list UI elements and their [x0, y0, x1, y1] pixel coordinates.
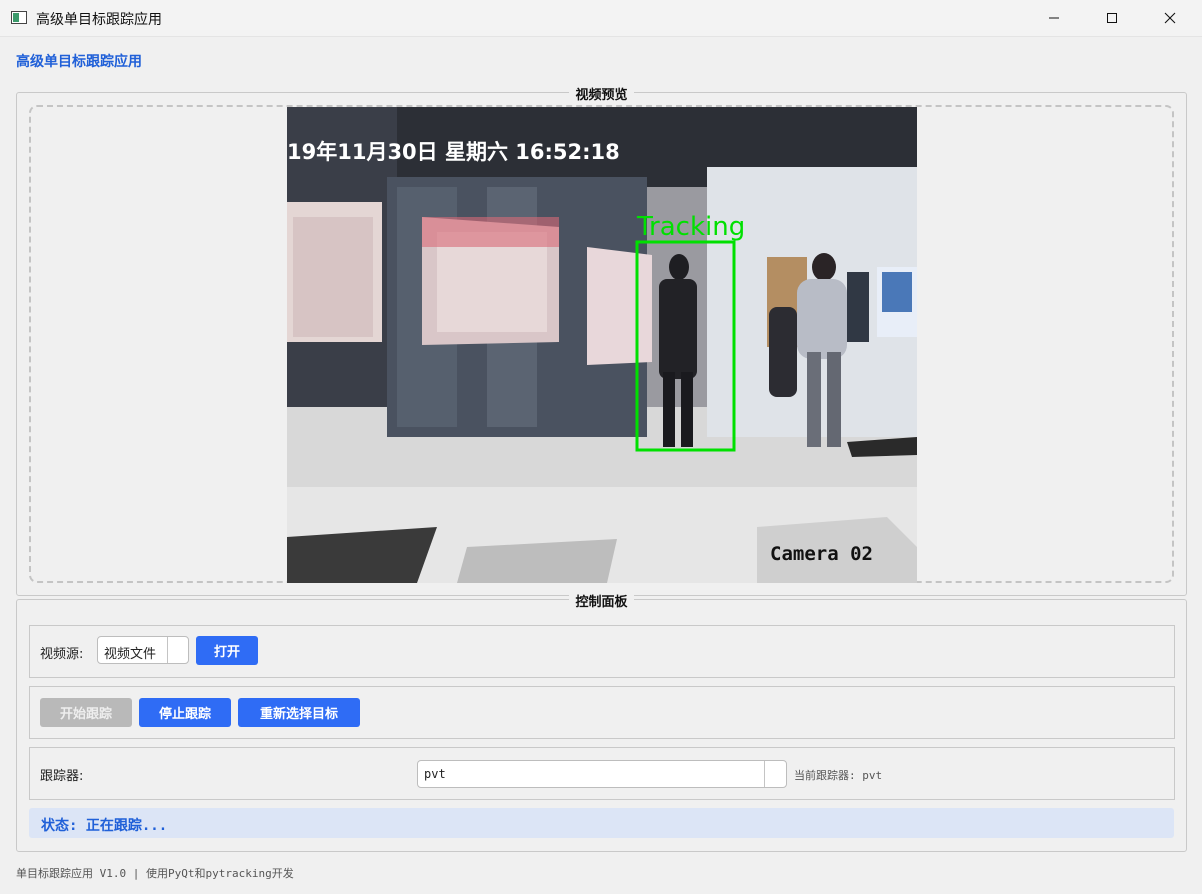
- chevron-down-icon: [764, 761, 786, 787]
- camera-label: Camera 02: [770, 543, 873, 565]
- video-scene: Tracking 19年11月30日 星期六 16:52:18 Camera 0…: [287, 107, 917, 583]
- control-panel-group: 控制面板 视频源: 视频文件 打开 开始跟踪 停止跟踪 重新选择目标 跟踪器: …: [16, 595, 1187, 852]
- status-bar: 状态: 正在跟踪...: [29, 808, 1174, 838]
- tracker-label: 跟踪器:: [40, 769, 84, 784]
- reselect-target-button[interactable]: 重新选择目标: [238, 698, 360, 727]
- stop-tracking-button[interactable]: 停止跟踪: [139, 698, 231, 727]
- app-window-icon: [11, 11, 27, 24]
- maximize-button[interactable]: [1083, 0, 1141, 36]
- status-text: 状态: 正在跟踪...: [41, 818, 168, 834]
- chevron-down-icon: [167, 637, 188, 663]
- maximize-icon: [1107, 13, 1117, 23]
- close-button[interactable]: [1141, 0, 1199, 36]
- minimize-icon: [1049, 17, 1059, 19]
- control-panel-title: 控制面板: [569, 595, 634, 610]
- footer-text: 单目标跟踪应用 V1.0 | 使用PyQt和pytracking开发: [16, 867, 294, 880]
- app-header-title: 高级单目标跟踪应用: [16, 54, 142, 70]
- tracker-combo[interactable]: pvt: [417, 760, 787, 788]
- timestamp-overlay: 19年11月30日 星期六 16:52:18: [287, 140, 620, 164]
- tracking-label: Tracking: [636, 212, 745, 242]
- video-preview-area[interactable]: Tracking 19年11月30日 星期六 16:52:18 Camera 0…: [29, 105, 1174, 583]
- video-preview-group: 视频预览 Tracking 19年11月30日 星期六 16:52:18 Cam…: [16, 88, 1187, 596]
- tracker-value: pvt: [424, 767, 446, 781]
- close-icon: [1164, 12, 1176, 24]
- current-tracker-text: 当前跟踪器: pvt: [794, 769, 883, 782]
- video-preview-title: 视频预览: [569, 88, 634, 103]
- video-frame: Tracking 19年11月30日 星期六 16:52:18 Camera 0…: [287, 107, 917, 583]
- start-tracking-button[interactable]: 开始跟踪: [40, 698, 132, 727]
- title-bar: 高级单目标跟踪应用: [0, 0, 1202, 37]
- video-source-combo[interactable]: 视频文件: [97, 636, 189, 664]
- window-title: 高级单目标跟踪应用: [36, 12, 162, 28]
- video-source-label: 视频源:: [40, 647, 84, 662]
- tracking-actions-row: 开始跟踪 停止跟踪 重新选择目标: [29, 686, 1175, 739]
- video-source-row: 视频源: 视频文件 打开: [29, 625, 1175, 678]
- tracker-row: 跟踪器: pvt 当前跟踪器: pvt: [29, 747, 1175, 800]
- minimize-button[interactable]: [1025, 0, 1083, 36]
- open-button[interactable]: 打开: [196, 636, 258, 665]
- video-source-value: 视频文件: [104, 647, 157, 662]
